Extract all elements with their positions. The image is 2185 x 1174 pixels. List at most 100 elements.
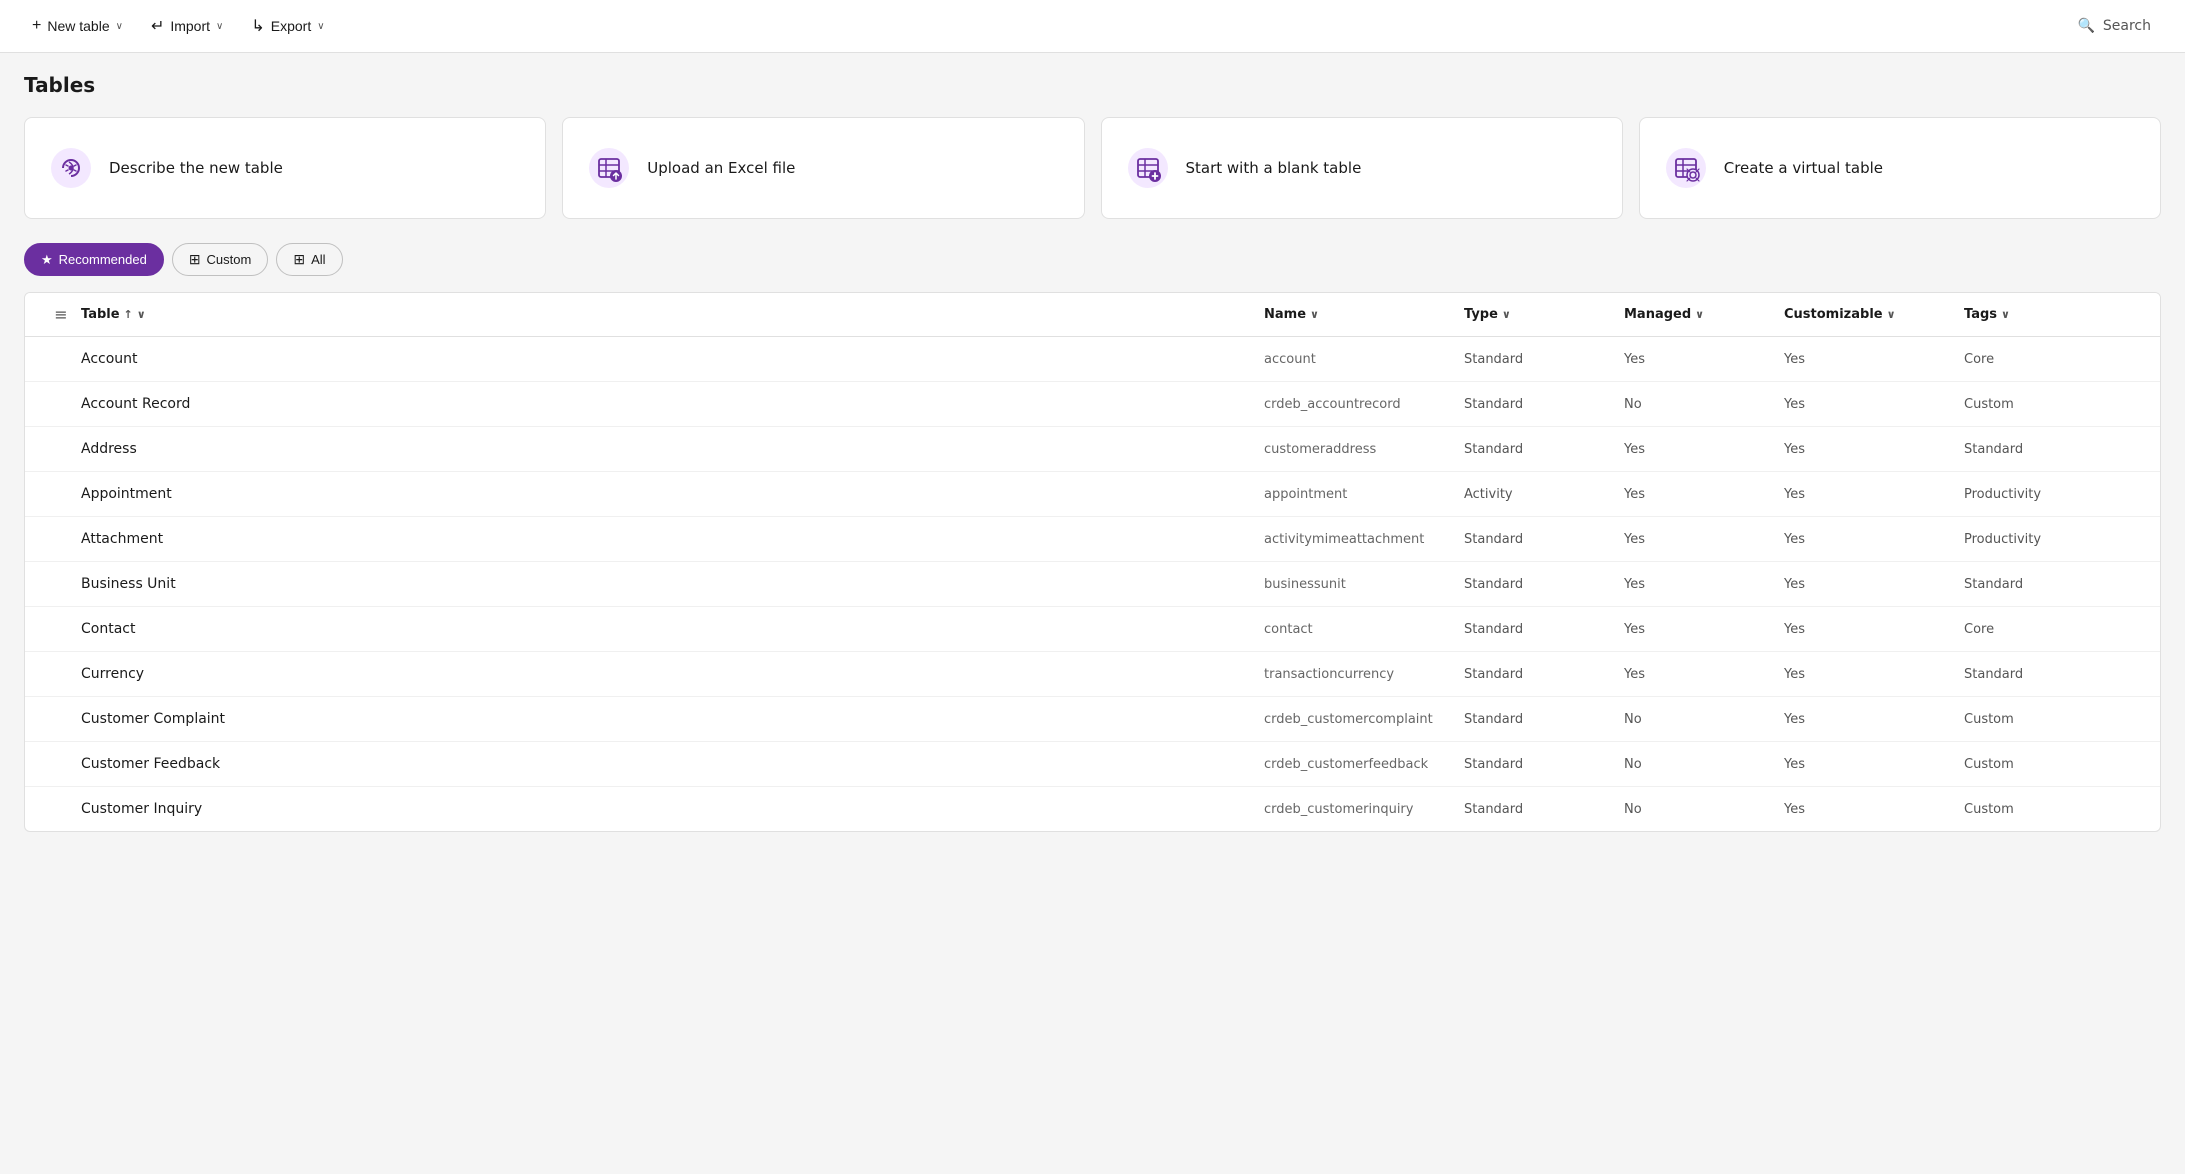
cell-customizable-8: Yes — [1784, 712, 1964, 727]
cell-managed-1: No — [1624, 397, 1784, 412]
cell-tags-3: Productivity — [1964, 487, 2144, 502]
cell-name-3: appointment — [1264, 487, 1464, 502]
cell-table-0: Account — [81, 351, 1264, 367]
cell-name-8: crdeb_customercomplaint — [1264, 712, 1464, 727]
cell-name-10: crdeb_customerinquiry — [1264, 802, 1464, 817]
star-icon: ★ — [41, 252, 53, 268]
describe-table-label: Describe the new table — [109, 159, 283, 177]
upload-excel-label: Upload an Excel file — [647, 159, 795, 177]
cell-table-5: Business Unit — [81, 576, 1264, 592]
export-button[interactable]: ↳ Export ∨ — [239, 10, 336, 42]
import-label: Import — [170, 18, 210, 34]
table-row: ⋮ Business Unit businessunit Standard Ye… — [25, 562, 2160, 607]
cell-name-1: crdeb_accountrecord — [1264, 397, 1464, 412]
table-row: ⋮ Account account Standard Yes Yes Core — [25, 337, 2160, 382]
table-row: ⋮ Currency transactioncurrency Standard … — [25, 652, 2160, 697]
plus-icon: + — [32, 17, 41, 35]
table-row: ⋮ Appointment appointment Activity Yes Y… — [25, 472, 2160, 517]
col-label-name: Name — [1264, 307, 1306, 322]
cell-name-4: activitymimeattachment — [1264, 532, 1464, 547]
cell-tags-7: Standard — [1964, 667, 2144, 682]
new-table-button[interactable]: + New table ∨ — [20, 11, 135, 41]
cell-type-3: Activity — [1464, 487, 1624, 502]
col-chevron-tags: ∨ — [2001, 308, 2010, 321]
cell-tags-10: Custom — [1964, 802, 2144, 817]
column-header-name[interactable]: Name ∨ — [1264, 307, 1464, 322]
cell-type-4: Standard — [1464, 532, 1624, 547]
list-view-icon-header[interactable]: ≡ — [41, 305, 81, 324]
column-header-customizable[interactable]: Customizable ∨ — [1784, 307, 1964, 322]
table-rows-container: ⋮ Account account Standard Yes Yes Core … — [25, 337, 2160, 831]
cell-table-10: Customer Inquiry — [81, 801, 1264, 817]
cell-table-1: Account Record — [81, 396, 1264, 412]
column-header-type[interactable]: Type ∨ — [1464, 307, 1624, 322]
filter-all-button[interactable]: ⊞ All — [276, 243, 342, 276]
blank-table-card[interactable]: Start with a blank table — [1101, 117, 1623, 219]
cell-type-1: Standard — [1464, 397, 1624, 412]
cell-name-5: businessunit — [1264, 577, 1464, 592]
cell-managed-6: Yes — [1624, 622, 1784, 637]
describe-table-card[interactable]: Describe the new table — [24, 117, 546, 219]
cell-type-5: Standard — [1464, 577, 1624, 592]
import-button[interactable]: ↵ Import ∨ — [139, 10, 235, 42]
cell-customizable-7: Yes — [1784, 667, 1964, 682]
filter-recommended-label: Recommended — [59, 252, 147, 267]
cell-managed-2: Yes — [1624, 442, 1784, 457]
cell-managed-4: Yes — [1624, 532, 1784, 547]
cell-tags-4: Productivity — [1964, 532, 2144, 547]
virtual-table-label: Create a virtual table — [1724, 159, 1883, 177]
cell-type-9: Standard — [1464, 757, 1624, 772]
search-icon: 🔍 — [2077, 18, 2094, 34]
cell-managed-9: No — [1624, 757, 1784, 772]
table-row: ⋮ Address customeraddress Standard Yes Y… — [25, 427, 2160, 472]
cell-tags-6: Core — [1964, 622, 2144, 637]
page-title: Tables — [24, 73, 2161, 97]
cell-customizable-2: Yes — [1784, 442, 1964, 457]
cell-tags-8: Custom — [1964, 712, 2144, 727]
cell-managed-0: Yes — [1624, 352, 1784, 367]
virtual-table-icon — [1664, 146, 1708, 190]
column-header-managed[interactable]: Managed ∨ — [1624, 307, 1784, 322]
cell-tags-9: Custom — [1964, 757, 2144, 772]
col-chevron-name: ∨ — [1310, 308, 1319, 321]
column-header-tags[interactable]: Tags ∨ — [1964, 307, 2144, 322]
export-chevron-icon: ∨ — [317, 21, 324, 32]
col-chevron-table: ∨ — [137, 308, 146, 321]
export-icon: ↳ — [251, 16, 264, 36]
describe-icon — [49, 146, 93, 190]
new-table-label: New table — [47, 18, 109, 34]
new-table-chevron-icon: ∨ — [116, 21, 123, 32]
cell-type-0: Standard — [1464, 352, 1624, 367]
filter-custom-button[interactable]: ⊞ Custom — [172, 243, 269, 276]
blank-table-icon — [1126, 146, 1170, 190]
cell-customizable-6: Yes — [1784, 622, 1964, 637]
virtual-table-card[interactable]: Create a virtual table — [1639, 117, 2161, 219]
table-row: ⋮ Contact contact Standard Yes Yes Core — [25, 607, 2160, 652]
cell-managed-10: No — [1624, 802, 1784, 817]
cell-type-10: Standard — [1464, 802, 1624, 817]
table-row: ⋮ Attachment activitymimeattachment Stan… — [25, 517, 2160, 562]
filter-row: ★ Recommended ⊞ Custom ⊞ All — [24, 243, 2161, 276]
search-area[interactable]: 🔍 Search — [2063, 12, 2165, 40]
cell-customizable-0: Yes — [1784, 352, 1964, 367]
cell-table-7: Currency — [81, 666, 1264, 682]
cell-tags-1: Custom — [1964, 397, 2144, 412]
import-chevron-icon: ∨ — [216, 21, 223, 32]
table-row: ⋮ Customer Complaint crdeb_customercompl… — [25, 697, 2160, 742]
filter-custom-label: Custom — [207, 252, 252, 267]
cell-table-6: Contact — [81, 621, 1264, 637]
column-header-table[interactable]: Table ↑ ∨ — [81, 307, 1264, 322]
filter-all-label: All — [311, 252, 325, 267]
cell-type-8: Standard — [1464, 712, 1624, 727]
cell-customizable-10: Yes — [1784, 802, 1964, 817]
page-content: Tables Describe the new table — [0, 53, 2185, 852]
import-icon: ↵ — [151, 16, 164, 36]
cell-tags-2: Standard — [1964, 442, 2144, 457]
cell-name-6: contact — [1264, 622, 1464, 637]
cell-table-8: Customer Complaint — [81, 711, 1264, 727]
filter-recommended-button[interactable]: ★ Recommended — [24, 243, 164, 276]
cell-customizable-3: Yes — [1784, 487, 1964, 502]
cell-name-7: transactioncurrency — [1264, 667, 1464, 682]
upload-excel-card[interactable]: Upload an Excel file — [562, 117, 1084, 219]
col-chevron-customizable: ∨ — [1887, 308, 1896, 321]
